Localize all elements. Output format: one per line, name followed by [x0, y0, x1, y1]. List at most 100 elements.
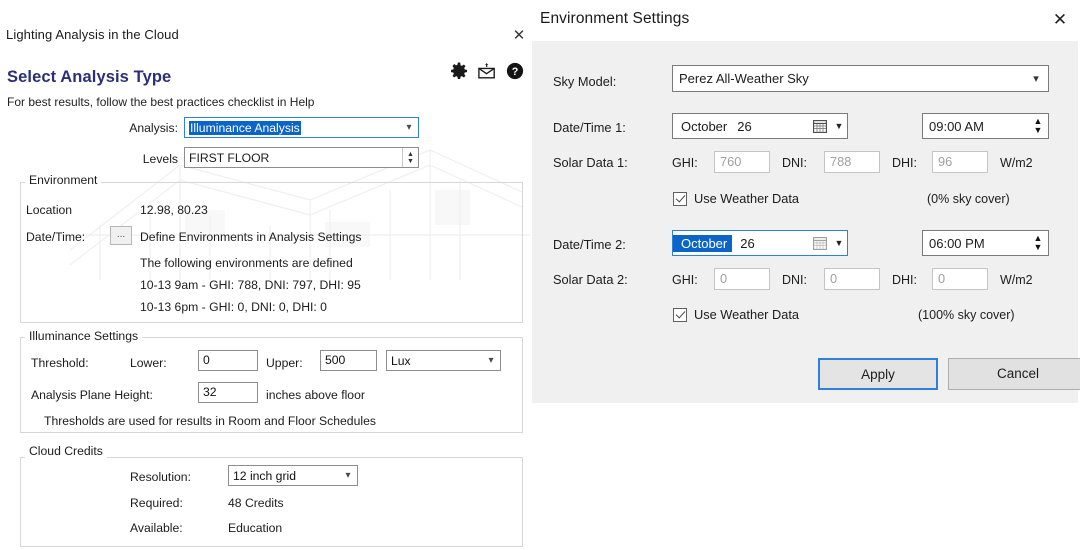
time-2-value: 06:00 PM [929, 235, 985, 251]
analysis-combobox[interactable]: Illuminance Analysis ▾ [184, 117, 419, 138]
time-2-spinner[interactable]: ▲ ▼ [1028, 231, 1048, 255]
sky-cover-1-value: (0% sky cover) [927, 192, 1010, 206]
page-title: Select Analysis Type [7, 68, 172, 86]
solar-1-label: Solar Data 1: [553, 155, 628, 170]
time-2-spinner-field[interactable]: 06:00 PM ▲ ▼ [922, 230, 1049, 256]
solar-1-dni-input[interactable]: 788 [824, 151, 880, 173]
chevron-down-icon: ▾ [1033, 73, 1039, 85]
available-value: Education [228, 521, 283, 535]
spinner-down-icon: ▼ [407, 157, 414, 165]
date-2-dropdown-icon[interactable]: ▼ [831, 238, 847, 248]
solar-2-dni-label: DNI: [782, 273, 807, 287]
environment-line-2: 10-13 6pm - GHI: 0, DNI: 0, DHI: 0 [140, 300, 327, 314]
solar-1-ghi-input[interactable]: 760 [714, 151, 770, 173]
available-label: Available: [130, 521, 183, 535]
use-weather-data-2-label: Use Weather Data [694, 307, 800, 322]
sky-model-label: Sky Model: [553, 74, 617, 89]
svg-text:?: ? [512, 66, 519, 78]
location-label: Location [26, 203, 73, 217]
spinner-down-icon: ▼ [1033, 242, 1043, 252]
resolution-label: Resolution: [130, 470, 191, 484]
date-1-picker[interactable]: October 26 ▼ [672, 113, 848, 139]
analysis-combobox-value: Illuminance Analysis [189, 120, 301, 135]
solar-1-units: W/m2 [1000, 156, 1033, 170]
location-value: 12.98, 80.23 [140, 203, 208, 217]
solar-1-ghi-label: GHI: [672, 156, 698, 170]
calendar-icon[interactable] [809, 236, 831, 250]
required-label: Required: [130, 496, 183, 510]
environments-defined-note: The following environments are defined [140, 256, 353, 270]
calendar-icon[interactable] [809, 119, 831, 133]
gear-icon[interactable] [450, 62, 468, 83]
time-1-spinner-field[interactable]: 09:00 AM ▲ ▼ [922, 113, 1049, 139]
date-2-day: 26 [740, 235, 755, 251]
sky-cover-2-value: (100% sky cover) [918, 308, 1015, 322]
levels-spinbox[interactable]: FIRST FLOOR ▲ ▼ [184, 147, 419, 168]
levels-spinner[interactable]: ▲ ▼ [402, 148, 418, 167]
help-circle-icon[interactable]: ? [506, 62, 524, 83]
panel-toolbar: ? [450, 62, 524, 83]
lower-label: Lower: [130, 356, 167, 370]
chevron-down-icon: ▾ [406, 121, 412, 133]
solar-1-dhi-input[interactable]: 96 [932, 151, 988, 173]
envelope-upload-icon[interactable] [477, 62, 497, 83]
analysis-label: Analysis: [129, 121, 178, 135]
illuminance-unit-combobox[interactable]: Lux ▾ [386, 350, 501, 371]
define-environments-link[interactable]: Define Environments in Analysis Settings [140, 230, 362, 244]
define-environments-ellipsis-button[interactable]: ... [110, 226, 132, 245]
cloud-credits-group-label: Cloud Credits [25, 444, 107, 458]
solar-2-dni-input[interactable]: 0 [824, 268, 880, 290]
upper-label: Upper: [266, 356, 303, 370]
sky-model-combobox[interactable]: Perez All-Weather Sky ▾ [672, 65, 1049, 92]
checkbox-checked-icon [673, 307, 687, 322]
solar-2-units: W/m2 [1000, 273, 1033, 287]
solar-2-ghi-input[interactable]: 0 [714, 268, 770, 290]
illuminance-settings-group-label: Illuminance Settings [25, 329, 143, 343]
page-subtitle: For best results, follow the best practi… [7, 95, 315, 109]
use-weather-data-2-checkbox[interactable]: Use Weather Data [673, 307, 799, 322]
analysis-plane-height-label: Analysis Plane Height: [31, 388, 153, 402]
resolution-value: 12 inch grid [233, 468, 297, 483]
lighting-analysis-panel: Lighting Analysis in the Cloud ✕ Select … [0, 0, 537, 550]
checkbox-checked-icon [673, 191, 687, 206]
solar-2-dhi-label: DHI: [892, 273, 917, 287]
cancel-button[interactable]: Cancel [948, 358, 1080, 390]
date-2-month: October [673, 234, 733, 252]
analysis-plane-height-input[interactable]: 32 [198, 382, 258, 403]
time-1-spinner[interactable]: ▲ ▼ [1028, 114, 1048, 138]
date-2-picker[interactable]: October 26 ▼ [672, 230, 848, 256]
close-icon[interactable]: ✕ [509, 27, 529, 45]
threshold-label: Threshold: [31, 356, 89, 370]
levels-label: Levels [142, 152, 178, 166]
required-value: 48 Credits [228, 496, 284, 510]
apply-button[interactable]: Apply [818, 358, 938, 390]
resolution-combobox[interactable]: 12 inch grid ▾ [228, 465, 358, 486]
close-icon[interactable]: ✕ [1048, 8, 1072, 32]
analysis-plane-height-suffix: inches above floor [266, 388, 365, 402]
datetime-label: Date/Time: [26, 230, 86, 244]
sky-model-value: Perez All-Weather Sky [679, 71, 809, 86]
date-1-dropdown-icon[interactable]: ▼ [831, 121, 847, 131]
use-weather-data-1-label: Use Weather Data [694, 191, 800, 206]
solar-2-label: Solar Data 2: [553, 272, 628, 287]
environment-group-label: Environment [25, 173, 102, 187]
solar-1-dni-label: DNI: [782, 156, 807, 170]
datetime-1-label: Date/Time 1: [553, 120, 626, 135]
levels-value: FIRST FLOOR [189, 150, 270, 165]
environment-line-1: 10-13 9am - GHI: 788, DNI: 797, DHI: 95 [140, 278, 361, 292]
dialog-body: Sky Model: Perez All-Weather Sky ▾ Date/… [532, 41, 1080, 403]
dialog-title: Environment Settings [540, 10, 690, 27]
upper-threshold-input[interactable]: 500 [320, 350, 377, 371]
time-1-value: 09:00 AM [929, 118, 984, 134]
illuminance-unit-value: Lux [391, 353, 411, 368]
threshold-note: Thresholds are used for results in Room … [44, 414, 376, 428]
spinner-up-icon: ▲ [407, 150, 414, 158]
solar-1-dhi-label: DHI: [892, 156, 917, 170]
use-weather-data-1-checkbox[interactable]: Use Weather Data [673, 191, 799, 206]
datetime-2-label: Date/Time 2: [553, 237, 626, 252]
date-1-month: October [681, 118, 728, 134]
solar-2-ghi-label: GHI: [672, 273, 698, 287]
solar-2-dhi-input[interactable]: 0 [932, 268, 988, 290]
environment-settings-dialog: Environment Settings ✕ Sky Model: Perez … [530, 0, 1080, 405]
lower-threshold-input[interactable]: 0 [198, 350, 258, 371]
